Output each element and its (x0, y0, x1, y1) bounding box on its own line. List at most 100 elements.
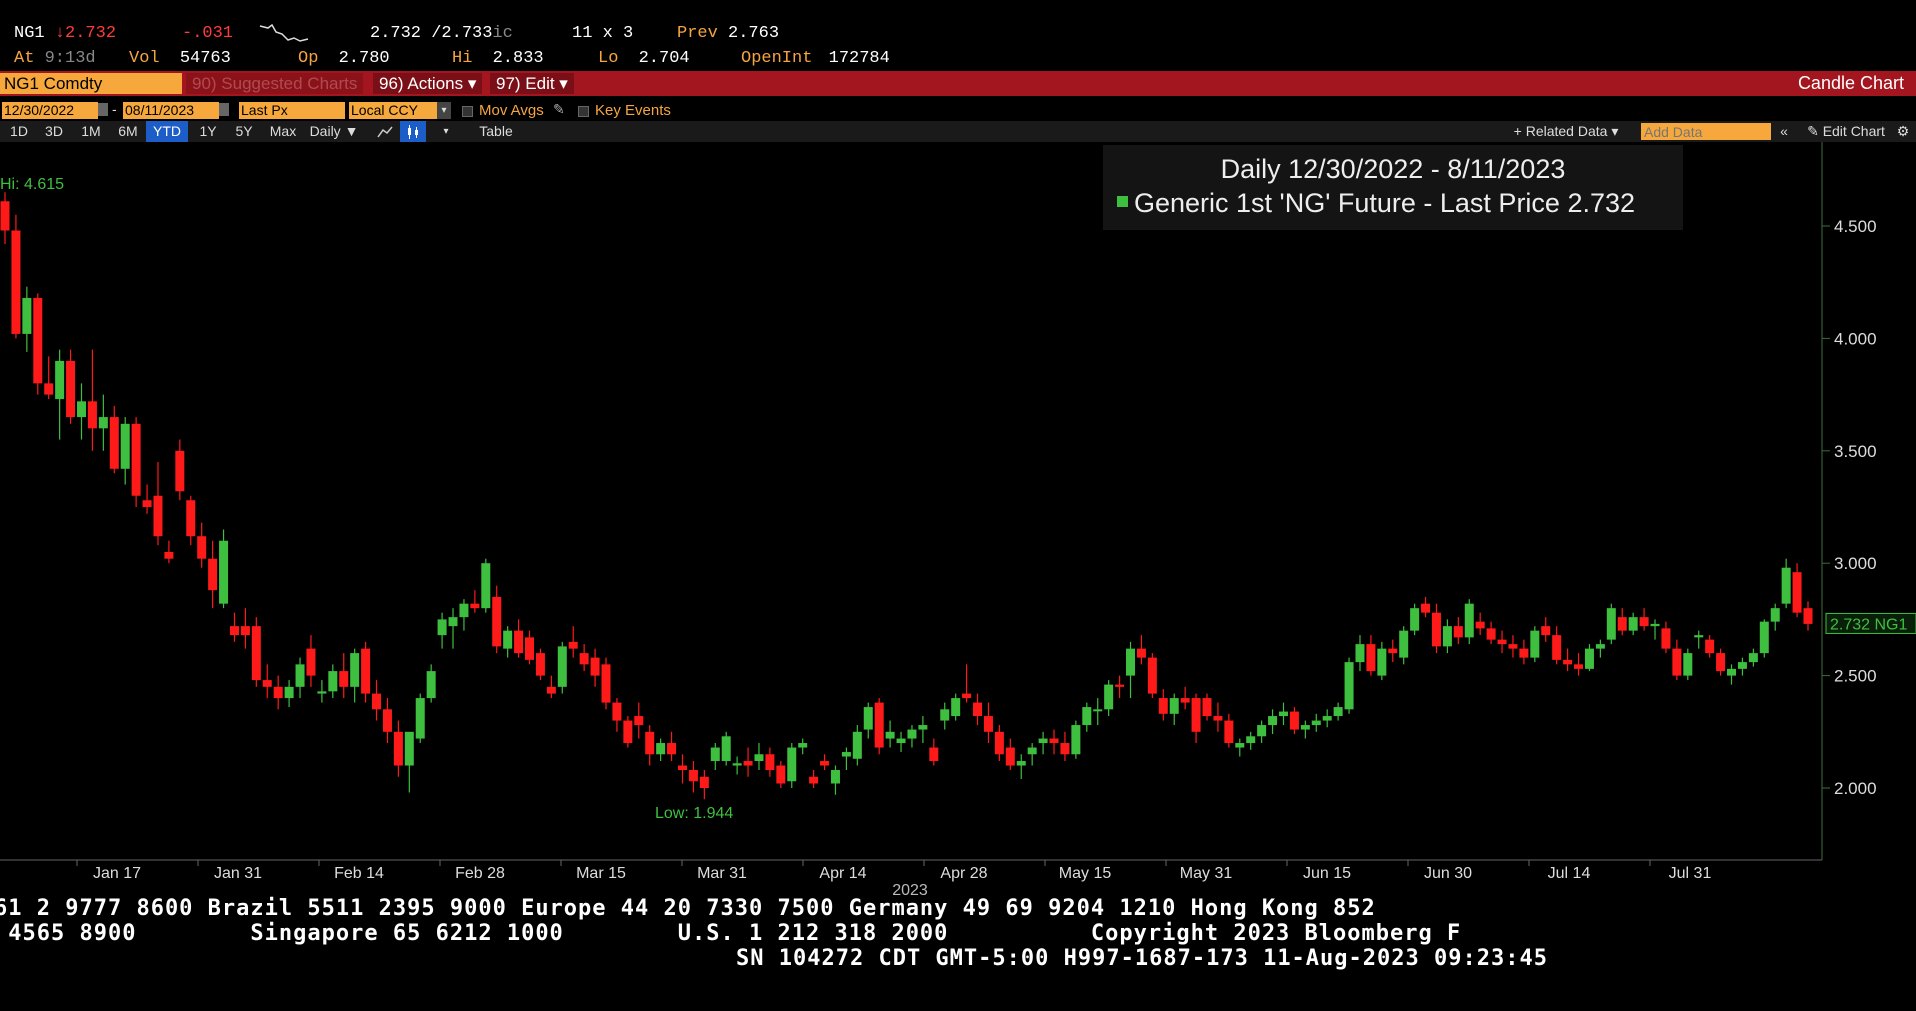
security-field[interactable]: NG1 Comdty (0, 73, 182, 94)
range-1y[interactable]: 1Y (192, 121, 224, 142)
add-data-input[interactable] (1641, 123, 1771, 140)
x-tick-label: Mar 15 (576, 865, 626, 882)
candle-body (142, 500, 152, 507)
candle-body (962, 693, 972, 699)
candle-body (994, 731, 1004, 755)
actions-button[interactable]: 96) Actions ▾ (373, 73, 483, 94)
suggested-charts-button[interactable]: 90) Suggested Charts (186, 73, 364, 94)
candle-body (1519, 648, 1529, 658)
x-tick-label: Jun 30 (1424, 865, 1472, 882)
candle-body (11, 230, 21, 334)
candle-body (918, 725, 928, 730)
candle-body (1038, 738, 1048, 744)
chevron-down-icon[interactable]: ▾ (438, 121, 454, 142)
candle-body (590, 657, 600, 676)
candle-body (874, 702, 884, 748)
candle-body (44, 383, 54, 395)
range-3d[interactable]: 3D (38, 121, 70, 142)
candle-body (284, 686, 294, 699)
candle-body (1202, 698, 1212, 717)
x-tick-label: Jun 15 (1303, 865, 1351, 882)
field-select[interactable]: Last Px (239, 102, 345, 119)
range-ytd[interactable]: YTD (146, 121, 188, 142)
candle-body (710, 747, 720, 762)
y-tick-label: 2.500 (1834, 667, 1877, 686)
key-events-checkbox[interactable] (578, 106, 589, 117)
chart-type-label: Candle Chart (1797, 73, 1904, 93)
candle-body (131, 423, 141, 496)
edit-button[interactable]: 97) Edit ▾ (490, 73, 574, 94)
candle-body (1727, 668, 1737, 676)
open-price: Op 2.780 (298, 49, 390, 68)
candle-body (153, 495, 163, 537)
y-tick-label: 4.000 (1834, 329, 1877, 348)
period-select[interactable]: Daily ▼ (306, 121, 362, 142)
start-date-field[interactable]: 12/30/2022 (2, 102, 98, 119)
range-1m[interactable]: 1M (74, 121, 108, 142)
candle-body (470, 603, 480, 609)
candle-body (634, 716, 644, 726)
candle-body (1049, 738, 1059, 744)
hi-annotation: Hi: 4.615 (0, 176, 64, 193)
candle-chart[interactable]: 4.5004.0003.5003.0002.5002.000 Jan 17 Jan… (0, 142, 1916, 900)
candle-body (1093, 709, 1103, 712)
ticker: NG1 (14, 24, 45, 43)
range-6m[interactable]: 6M (112, 121, 144, 142)
chevron-down-icon[interactable]: ▾ (437, 102, 451, 119)
candle-body (1595, 644, 1605, 649)
candle-body (393, 731, 403, 766)
candle-body (1246, 736, 1256, 744)
candle-body (1431, 612, 1441, 647)
edit-chart-button[interactable]: ✎ Edit Chart (1800, 121, 1892, 142)
range-1d[interactable]: 1D (4, 121, 34, 142)
last-price-tag-text: 2.732 NG1 (1830, 616, 1907, 633)
currency-select[interactable]: Local CCY (349, 102, 439, 119)
candle-body (1584, 648, 1594, 669)
sparkline-icon (258, 22, 310, 49)
net-change: -.031 (182, 24, 234, 43)
range-5y[interactable]: 5Y (228, 121, 260, 142)
candle-body (1694, 635, 1704, 638)
candle-body (1169, 698, 1179, 714)
candle-body (612, 702, 622, 721)
candle-body (1399, 630, 1409, 658)
candle-body (896, 738, 906, 744)
candle-body (22, 297, 32, 334)
collapse-icon[interactable]: « (1776, 121, 1792, 142)
y-tick-label: 2.000 (1834, 779, 1877, 798)
calendar-icon[interactable] (219, 103, 229, 116)
mov-avgs-checkbox[interactable] (462, 106, 473, 117)
candle-body (1289, 711, 1299, 730)
end-date-field[interactable]: 08/11/2023 (123, 102, 219, 119)
line-chart-icon[interactable] (374, 121, 396, 142)
related-data-button[interactable]: + Related Data ▾ (1505, 121, 1627, 142)
candle-body (1235, 743, 1245, 748)
range-max[interactable]: Max (264, 121, 302, 142)
candles (0, 192, 1813, 800)
bid-ask-size: 11 x 3 (572, 24, 634, 43)
gear-icon[interactable]: ⚙ (1894, 121, 1912, 142)
candle-body (820, 761, 830, 766)
candle-body (229, 626, 239, 636)
table-button[interactable]: Table (470, 121, 522, 142)
candle-body (120, 423, 130, 469)
candle-body (1650, 623, 1660, 627)
candle-body (1541, 626, 1551, 636)
candle-body (503, 630, 513, 649)
candle-body (525, 637, 535, 660)
candle-body (535, 653, 545, 676)
candle-body (1366, 644, 1376, 672)
candle-body (66, 360, 76, 418)
candle-body (514, 630, 524, 654)
pencil-icon[interactable]: ✎ (553, 101, 565, 118)
candle-body (1377, 648, 1387, 676)
high-price: Hi 2.833 (452, 49, 544, 68)
calendar-icon[interactable] (98, 103, 108, 116)
last-price: 2.732 (65, 24, 117, 43)
candle-body (1803, 608, 1813, 624)
bid-ask: 2.732 /2.733ic (370, 24, 513, 43)
candle-body (1770, 608, 1780, 622)
candle-body (841, 752, 851, 757)
footer-line-1: 61 2 9777 8600 Brazil 5511 2395 9000 Eur… (0, 896, 1376, 921)
candle-chart-icon[interactable] (400, 121, 426, 142)
